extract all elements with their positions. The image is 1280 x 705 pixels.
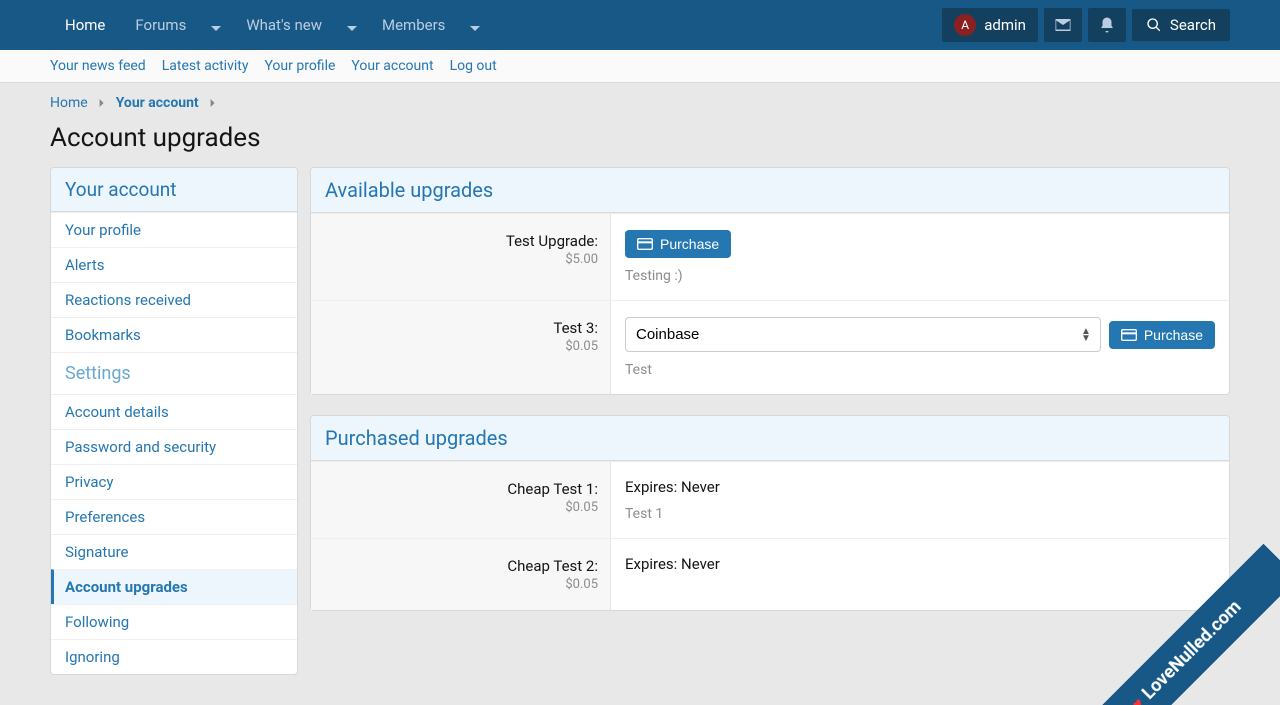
upgrade-name: Test 3: xyxy=(323,319,598,337)
sidebar-item-alerts[interactable]: Alerts xyxy=(51,247,297,282)
purchased-row: Cheap Test 1: $0.05 Expires: Never Test … xyxy=(311,461,1229,538)
purchased-price: $0.05 xyxy=(323,577,598,592)
envelope-icon xyxy=(1054,16,1072,34)
sidebar-item-reactions[interactable]: Reactions received xyxy=(51,282,297,317)
purchase-button[interactable]: Purchase xyxy=(625,230,731,258)
nav-home-label: Home xyxy=(65,16,105,34)
upgrade-label: Test Upgrade: $5.00 xyxy=(311,214,611,300)
purchased-price: $0.05 xyxy=(323,500,598,515)
user-name: admin xyxy=(984,16,1026,34)
chevron-down-icon xyxy=(470,20,480,30)
upgrade-desc: Testing :) xyxy=(625,268,1215,284)
purchased-label: Cheap Test 1: $0.05 xyxy=(311,462,611,538)
upgrade-row: Test Upgrade: $5.00 Purchase Testing :) xyxy=(311,213,1229,300)
sidebar-item-preferences[interactable]: Preferences xyxy=(51,499,297,534)
page-title: Account upgrades xyxy=(0,119,1280,167)
sidebar-item-password[interactable]: Password and security xyxy=(51,429,297,464)
breadcrumb: Home Your account xyxy=(0,83,1280,119)
upgrade-body: Coinbase ▲▼ Purchase Test xyxy=(611,301,1229,394)
purchased-label: Cheap Test 2: $0.05 xyxy=(311,539,611,610)
sidebar-header-settings: Settings xyxy=(51,352,297,394)
main-area: Available upgrades Test Upgrade: $5.00 P… xyxy=(310,167,1230,611)
available-panel: Available upgrades Test Upgrade: $5.00 P… xyxy=(310,167,1230,395)
nav-right: A admin Search xyxy=(942,8,1230,42)
nav-left: Home Forums What's new Members xyxy=(50,2,490,48)
purchase-label: Purchase xyxy=(660,236,719,252)
purchased-desc: Test 1 xyxy=(625,506,1215,522)
search-label: Search xyxy=(1170,16,1216,34)
sidebar-item-upgrades[interactable]: Account upgrades xyxy=(51,569,297,604)
nav-whatsnew-dropdown[interactable] xyxy=(337,6,367,44)
subnav-your-account[interactable]: Your account xyxy=(351,58,433,74)
subnav-your-profile[interactable]: Your profile xyxy=(264,58,335,74)
available-header: Available upgrades xyxy=(311,168,1229,213)
breadcrumb-home[interactable]: Home xyxy=(50,95,88,111)
sidebar-item-signature[interactable]: Signature xyxy=(51,534,297,569)
avatar-initial: A xyxy=(961,18,969,32)
nav-forums-dropdown[interactable] xyxy=(201,6,231,44)
payment-select-wrap: Coinbase ▲▼ xyxy=(625,317,1101,352)
nav-home[interactable]: Home xyxy=(50,2,120,48)
nav-whatsnew-label: What's new xyxy=(246,16,322,34)
purchased-name: Cheap Test 1: xyxy=(323,480,598,498)
nav-forums[interactable]: Forums xyxy=(120,2,201,48)
purchased-expires: Expires: Never xyxy=(625,555,1215,573)
sidebar-item-privacy[interactable]: Privacy xyxy=(51,464,297,499)
purchased-row: Cheap Test 2: $0.05 Expires: Never xyxy=(311,538,1229,610)
subnav-latest-activity[interactable]: Latest activity xyxy=(162,58,249,74)
user-menu[interactable]: A admin xyxy=(942,8,1038,42)
sub-navbar: Your news feed Latest activity Your prof… xyxy=(0,50,1280,83)
subnav-news-feed[interactable]: Your news feed xyxy=(50,58,146,74)
chevron-right-icon xyxy=(209,95,217,111)
search-icon xyxy=(1146,17,1162,33)
upgrade-body: Purchase Testing :) xyxy=(611,214,1229,300)
chevron-right-icon xyxy=(98,95,106,111)
upgrade-desc: Test xyxy=(625,362,1215,378)
nav-forums-label: Forums xyxy=(135,16,186,34)
sidebar-item-ignoring[interactable]: Ignoring xyxy=(51,639,297,674)
bell-icon xyxy=(1098,16,1116,34)
purchased-expires: Expires: Never xyxy=(625,478,1215,496)
purchased-name: Cheap Test 2: xyxy=(323,557,598,575)
upgrade-price: $0.05 xyxy=(323,339,598,354)
purchased-header: Purchased upgrades xyxy=(311,416,1229,461)
purchased-panel: Purchased upgrades Cheap Test 1: $0.05 E… xyxy=(310,415,1230,611)
search-button[interactable]: Search xyxy=(1132,9,1230,41)
sidebar: Your account Your profile Alerts Reactio… xyxy=(50,167,298,675)
sidebar-item-profile[interactable]: Your profile xyxy=(51,212,297,247)
chevron-down-icon xyxy=(347,20,357,30)
subnav-log-out[interactable]: Log out xyxy=(450,58,497,74)
nav-members[interactable]: Members xyxy=(367,2,460,48)
purchase-label: Purchase xyxy=(1144,327,1203,343)
inbox-button[interactable] xyxy=(1044,8,1082,42)
alerts-button[interactable] xyxy=(1088,8,1126,42)
top-navbar: Home Forums What's new Members A admin S… xyxy=(0,0,1280,50)
chevron-down-icon xyxy=(211,20,221,30)
credit-card-icon xyxy=(637,237,653,251)
sidebar-header-account: Your account xyxy=(51,168,297,212)
sidebar-item-details[interactable]: Account details xyxy=(51,394,297,429)
upgrade-price: $5.00 xyxy=(323,252,598,267)
upgrade-label: Test 3: $0.05 xyxy=(311,301,611,394)
content: Your account Your profile Alerts Reactio… xyxy=(0,167,1280,705)
nav-members-dropdown[interactable] xyxy=(460,6,490,44)
credit-card-icon xyxy=(1121,328,1137,342)
nav-members-label: Members xyxy=(382,16,445,34)
breadcrumb-current: Your account xyxy=(116,95,199,111)
payment-select[interactable]: Coinbase xyxy=(625,317,1101,352)
purchase-button[interactable]: Purchase xyxy=(1109,321,1215,349)
sidebar-item-following[interactable]: Following xyxy=(51,604,297,639)
purchased-body: Expires: Never xyxy=(611,539,1229,610)
sidebar-item-bookmarks[interactable]: Bookmarks xyxy=(51,317,297,352)
purchase-row: Coinbase ▲▼ Purchase xyxy=(625,317,1215,352)
avatar: A xyxy=(954,14,976,36)
nav-whatsnew[interactable]: What's new xyxy=(231,2,337,48)
purchased-body: Expires: Never Test 1 xyxy=(611,462,1229,538)
upgrade-name: Test Upgrade: xyxy=(323,232,598,250)
upgrade-row: Test 3: $0.05 Coinbase ▲▼ Purchase xyxy=(311,300,1229,394)
